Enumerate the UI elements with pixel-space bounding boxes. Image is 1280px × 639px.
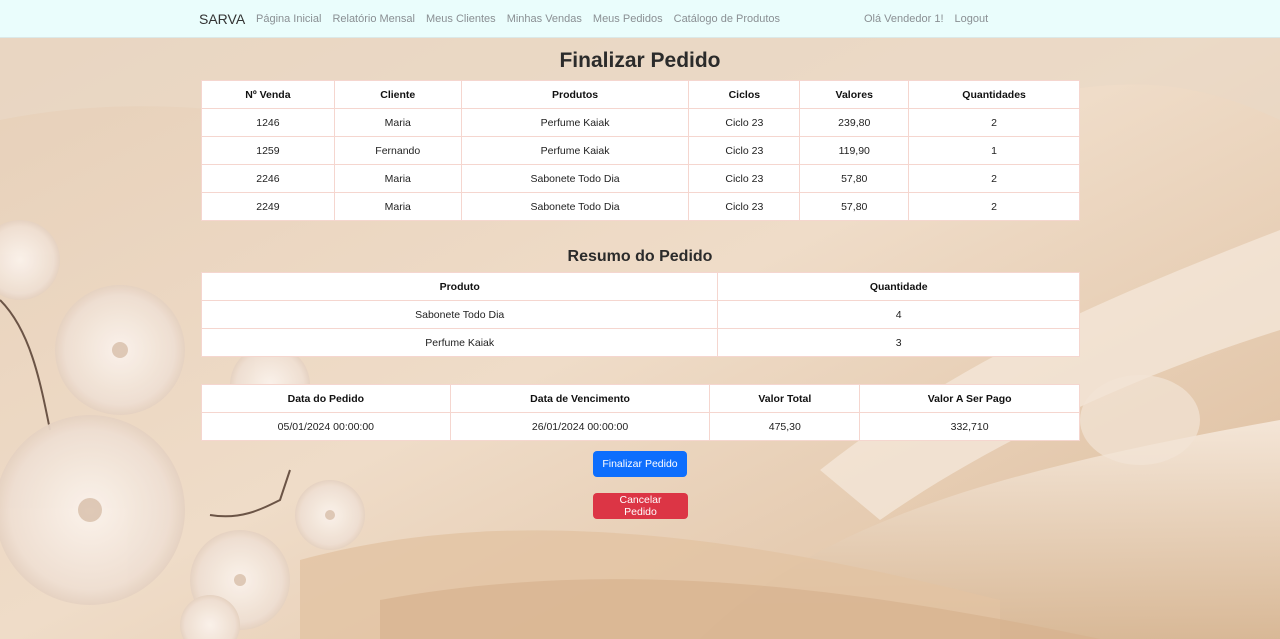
column-header: Data de Vencimento [449,384,711,413]
nav-link-home[interactable]: Página Inicial [256,13,321,25]
table-cell: Perfume Kaiak [460,136,690,165]
table-cell: Perfume Kaiak [460,108,690,137]
table-cell: 239,80 [799,108,910,137]
nav-link-my-clients[interactable]: Meus Clientes [426,13,496,25]
user-greeting: Olá Vendedor 1! [864,13,944,25]
order-date-cell: 05/01/2024 00:00:00 [201,412,451,441]
logout-link[interactable]: Logout [955,13,989,25]
column-header: Valor Total [709,384,861,413]
table-cell: Maria [333,108,462,137]
table-cell: 57,80 [799,164,910,193]
table-cell: 4 [717,300,1080,329]
column-header: Produto [200,272,719,301]
table-cell: Ciclo 23 [688,136,801,165]
page-title: Finalizar Pedido [559,49,721,72]
due-date-cell: 26/01/2024 00:00:00 [449,412,711,441]
table-row: 2246 Maria Sabonete Todo Dia Ciclo 23 57… [201,164,1080,193]
table-header-row: Produto Quantidade [200,272,1080,301]
column-header: Produtos [460,80,690,109]
table-row: 2249 Maria Sabonete Todo Dia Ciclo 23 57… [201,192,1080,221]
column-header: Valores [799,80,910,109]
table-row: 1246 Maria Perfume Kaiak Ciclo 23 239,80… [201,108,1080,137]
table-cell: 2249 [201,192,335,221]
table-row: Perfume Kaiak 3 [200,328,1080,357]
brand-logo[interactable]: SARVA [199,11,245,27]
table-cell: 119,90 [799,136,910,165]
table-cell: Sabonete Todo Dia [460,164,690,193]
top-navbar: SARVA Página Inicial Relatório Mensal Me… [0,0,1280,38]
table-cell: 1 [908,136,1080,165]
table-cell: Maria [333,164,462,193]
table-header-row: Nº Venda Cliente Produtos Ciclos Valores… [201,80,1080,109]
column-header: Nº Venda [201,80,335,109]
table-cell: 2 [908,192,1080,221]
nav-link-product-catalog[interactable]: Catálogo de Produtos [674,13,780,25]
table-cell: 2 [908,164,1080,193]
total-value-cell: 475,30 [709,412,861,441]
finalize-order-button[interactable]: Finalizar Pedido [593,451,687,477]
table-cell: 57,80 [799,192,910,221]
cancel-order-button[interactable]: Cancelar Pedido [593,493,688,519]
table-cell: 1259 [201,136,335,165]
column-header: Valor A Ser Pago [859,384,1080,413]
summary-table: Produto Quantidade Sabonete Todo Dia 4 P… [200,272,1080,357]
column-header: Quantidades [908,80,1080,109]
table-cell: Ciclo 23 [688,164,801,193]
column-header: Cliente [333,80,462,109]
table-cell: 3 [717,328,1080,357]
table-cell: Perfume Kaiak [200,328,719,357]
table-row: 1259 Fernando Perfume Kaiak Ciclo 23 119… [201,136,1080,165]
table-cell: Ciclo 23 [688,108,801,137]
table-cell: 2246 [201,164,335,193]
table-header-row: Data do Pedido Data de Vencimento Valor … [201,384,1080,413]
nav-link-my-sales[interactable]: Minhas Vendas [507,13,582,25]
table-cell: Sabonete Todo Dia [460,192,690,221]
table-cell: 1246 [201,108,335,137]
column-header: Ciclos [688,80,801,109]
amount-to-pay-cell: 332,710 [859,412,1080,441]
column-header: Quantidade [717,272,1080,301]
nav-link-my-orders[interactable]: Meus Pedidos [593,13,663,25]
table-row: Sabonete Todo Dia 4 [200,300,1080,329]
nav-link-monthly-report[interactable]: Relatório Mensal [332,13,415,25]
table-row: 05/01/2024 00:00:00 26/01/2024 00:00:00 … [201,412,1080,441]
summary-title: Resumo do Pedido [567,248,713,265]
table-cell: Maria [333,192,462,221]
totals-table: Data do Pedido Data de Vencimento Valor … [201,384,1080,441]
column-header: Data do Pedido [201,384,451,413]
table-cell: Sabonete Todo Dia [200,300,719,329]
table-cell: Ciclo 23 [688,192,801,221]
table-cell: 2 [908,108,1080,137]
table-cell: Fernando [333,136,462,165]
nav-user-area: Olá Vendedor 1! Logout [864,13,999,25]
nav-links: Página Inicial Relatório Mensal Meus Cli… [256,13,791,25]
sales-table: Nº Venda Cliente Produtos Ciclos Valores… [201,80,1080,221]
